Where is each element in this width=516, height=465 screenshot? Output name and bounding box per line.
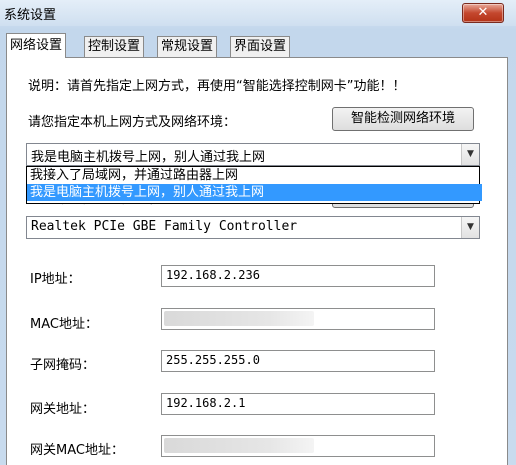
redacted-gateway-mac-value	[164, 438, 314, 453]
mode-prompt-label: 请您指定本机上网方式及网络环境：	[28, 115, 237, 130]
gateway-mac-label: 网关MAC地址：	[30, 443, 124, 458]
network-mode-select[interactable]: 我是电脑主机拨号上网，别人通过我上网 ▼	[26, 143, 480, 166]
tab-control-settings[interactable]: 控制设置	[84, 36, 145, 57]
dropdown-option-dialup[interactable]: 我是电脑主机拨号上网，别人通过我上网	[27, 184, 482, 201]
redacted-mac-value	[164, 311, 314, 326]
settings-window: 系统设置 ✕ 网络设置 控制设置 常规设置 界面设置 说明：请首先指定上网方式，…	[0, 0, 516, 465]
ip-field[interactable]: 192.168.2.236	[161, 265, 435, 287]
ip-value: 192.168.2.236	[166, 268, 260, 282]
gateway-value: 192.168.2.1	[166, 396, 246, 410]
adapter-value: Realtek PCIe GBE Family Controller	[31, 219, 298, 234]
window-title: 系统设置	[4, 8, 57, 23]
chevron-down-icon[interactable]: ▼	[461, 144, 479, 165]
network-mode-dropdown-list: 我接入了局域网，并通过路由器上网 我是电脑主机拨号上网，别人通过我上网	[26, 166, 482, 204]
tab-network-settings[interactable]: 网络设置	[6, 33, 67, 58]
title-bar: 系统设置 ✕	[0, 0, 516, 26]
dropdown-option-lan[interactable]: 我接入了局域网，并通过路由器上网	[27, 167, 482, 184]
ip-label: IP地址：	[30, 272, 81, 287]
subnet-mask-field[interactable]: 255.255.255.0	[161, 350, 435, 372]
mac-field[interactable]	[161, 308, 435, 330]
gateway-label: 网关地址：	[30, 402, 96, 417]
close-button[interactable]: ✕	[462, 3, 504, 23]
subnet-mask-value: 255.255.255.0	[166, 353, 260, 367]
subnet-mask-label: 子网掩码：	[30, 358, 96, 373]
gateway-mac-field[interactable]	[161, 435, 435, 457]
mac-label: MAC地址：	[30, 317, 98, 332]
instruction-note: 说明：请首先指定上网方式，再使用“智能选择控制网卡”功能！！	[28, 79, 406, 94]
chevron-down-icon[interactable]: ▼	[461, 217, 479, 238]
tab-general-settings[interactable]: 常规设置	[157, 36, 218, 57]
gateway-field[interactable]: 192.168.2.1	[161, 393, 435, 415]
network-mode-value: 我是电脑主机拨号上网，别人通过我上网	[31, 150, 266, 165]
tab-interface-settings[interactable]: 界面设置	[230, 36, 291, 57]
detect-network-button[interactable]: 智能检测网络环境	[332, 107, 474, 131]
adapter-select[interactable]: Realtek PCIe GBE Family Controller ▼	[26, 216, 480, 239]
